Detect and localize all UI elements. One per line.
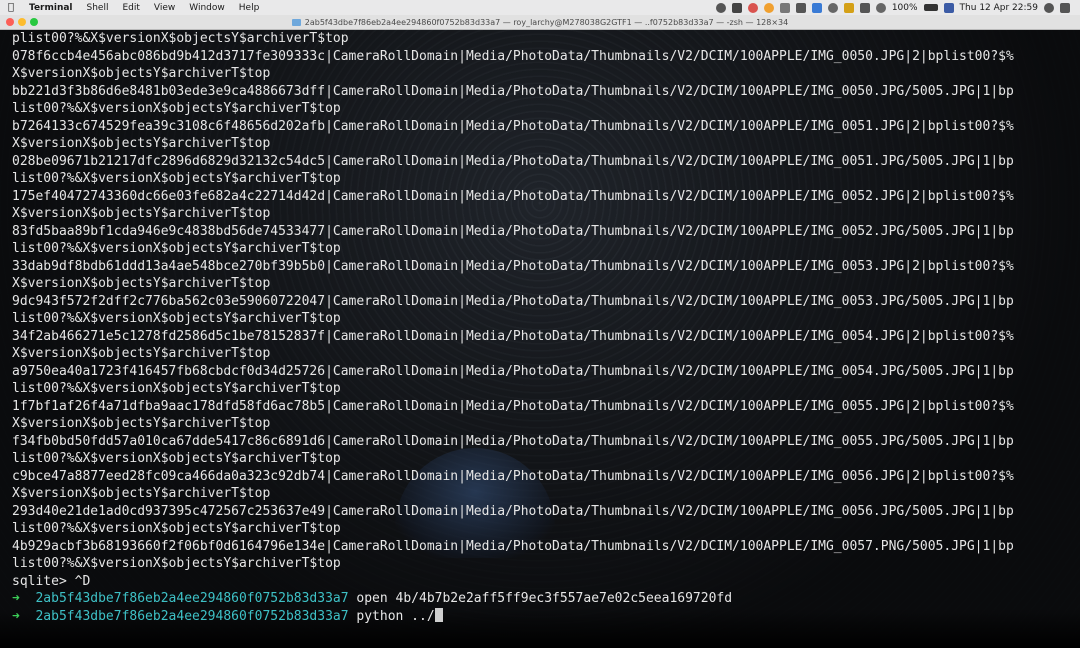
terminal-line: X$versionX$objectsY$archiverT$top — [12, 276, 271, 291]
terminal-line: list00?%&X$versionX$objectsY$archiverT$t… — [12, 381, 341, 396]
sync-icon[interactable] — [827, 2, 838, 13]
status-area: 100% Thu 12 Apr 22:59 — [715, 2, 1080, 13]
terminal-line: X$versionX$objectsY$archiverT$top — [12, 66, 271, 81]
clock[interactable]: Thu 12 Apr 22:59 — [960, 3, 1038, 13]
prompt-arrow-icon: ➜ — [12, 591, 20, 606]
terminal-line: 9dc943f572f2dff2c776ba562c03e59060722047… — [12, 293, 1014, 309]
menu-window[interactable]: Window — [182, 3, 232, 13]
terminal-line: X$versionX$objectsY$archiverT$top — [12, 346, 271, 361]
menu-shell[interactable]: Shell — [80, 3, 116, 13]
shield-icon[interactable] — [843, 2, 854, 13]
text-cursor — [434, 607, 443, 622]
folder-icon — [291, 18, 301, 26]
terminal-line: 33dab9df8bdb61ddd13a4ae548bce270bf39b5b0… — [12, 258, 1014, 274]
battery-icon[interactable] — [923, 4, 938, 11]
terminal-line: b7264133c674529fea39c3108c6f48656d202afb… — [12, 118, 1014, 134]
terminal-line: 293d40e21de1ad0cd937395c472567c253637e49… — [12, 503, 1014, 519]
app-icon-gray[interactable] — [779, 2, 790, 13]
display-icon[interactable] — [795, 2, 806, 13]
terminal-line: plist00?%&X$versionX$objectsY$archiverT$… — [12, 31, 349, 46]
terminal-line: sqlite> ^D — [12, 573, 91, 589]
tool-icon[interactable] — [731, 2, 742, 13]
prompt-directory: 2ab5f43dbe7f86eb2a4ee294860f0752b83d33a7 — [35, 608, 349, 624]
prompt-command: open 4b/4b7b2e2aff5ff9ec3f557ae7e02c5eea… — [356, 591, 733, 606]
flag-icon[interactable] — [943, 2, 954, 13]
terminal-line: 34f2ab466271e5c1278fd2586d5c1be78152837f… — [12, 328, 1014, 344]
app-icon-red[interactable] — [747, 2, 758, 13]
terminal-line: 078f6ccb4e456abc086bd9b412d3717fe309333c… — [12, 48, 1014, 64]
terminal-view[interactable]: plist00?%&X$versionX$objectsY$archiverT$… — [0, 30, 1080, 648]
prompt-command: python ../ — [356, 608, 435, 624]
terminal-line: 175ef40472743360dc66e03fe682a4c22714d42d… — [12, 188, 1014, 204]
terminal-line: f34fb0bd50fdd57a010ca67dde5417c86c6891d6… — [12, 433, 1014, 449]
terminal-line: 028be09671b21217dfc2896d6829d32132c54dc5… — [12, 153, 1014, 169]
menu-help[interactable]: Help — [232, 3, 267, 13]
terminal-line: list00?%&X$versionX$objectsY$archiverT$t… — [12, 171, 341, 186]
scrollbar[interactable] — [1069, 30, 1075, 590]
menu-edit[interactable]: Edit — [115, 3, 146, 13]
terminal-line: list00?%&X$versionX$objectsY$archiverT$t… — [12, 451, 341, 466]
terminal-line: list00?%&X$versionX$objectsY$archiverT$t… — [12, 556, 341, 571]
terminal-line: X$versionX$objectsY$archiverT$top — [12, 486, 271, 501]
terminal-line: list00?%&X$versionX$objectsY$archiverT$t… — [12, 241, 341, 256]
record-icon[interactable] — [715, 2, 726, 13]
prompt-line: ➜ 2ab5f43dbe7f86eb2a4ee294860f0752b83d33… — [12, 590, 1074, 608]
window-title-text: 2ab5f43dbe7f86eb2a4ee294860f0752b83d33a7… — [304, 17, 789, 27]
terminal-line: 4b929acbf3b68193660f2f06bf0d6164796e134e… — [12, 538, 1014, 554]
wifi-icon[interactable] — [875, 2, 886, 13]
battery-percent[interactable]: 100% — [892, 3, 918, 13]
apple-menu-icon[interactable]:  — [0, 2, 22, 13]
prompt-line: ➜ 2ab5f43dbe7f86eb2a4ee294860f0752b83d33… — [12, 607, 1074, 626]
window-title: 2ab5f43dbe7f86eb2a4ee294860f0752b83d33a7… — [0, 15, 1080, 29]
terminal-output: plist00?%&X$versionX$objectsY$archiverT$… — [0, 30, 1074, 625]
menu-view[interactable]: View — [147, 3, 182, 13]
bluetooth-icon[interactable] — [859, 2, 870, 13]
terminal-line: 83fd5baa89bf1cda946e9c4838bd56de74533477… — [12, 223, 1014, 239]
prompt-arrow-icon: ➜ — [12, 608, 20, 624]
terminal-line: 1f7bf1af26f4a71dfba9aac178dfd58fd6ac78b5… — [12, 398, 1014, 414]
dropbox-icon[interactable] — [811, 2, 822, 13]
terminal-line: c9bce47a8877eed28fc09ca466da0a323c92db74… — [12, 468, 1014, 484]
app-icon-orange[interactable] — [763, 2, 774, 13]
terminal-line: X$versionX$objectsY$archiverT$top — [12, 416, 271, 431]
menu-app-terminal[interactable]: Terminal — [22, 3, 80, 13]
terminal-line: a9750ea40a1723f416457fb68cbdcf0d34d25726… — [12, 363, 1014, 379]
menu-bar:  Terminal Shell Edit View Window Help 1… — [0, 0, 1080, 15]
terminal-line: X$versionX$objectsY$archiverT$top — [12, 136, 271, 151]
menu-list-icon[interactable] — [1060, 2, 1070, 13]
terminal-line: bb221d3f3b86d6e8481b03ede3e9ca4886673dff… — [12, 83, 1014, 99]
terminal-line: list00?%&X$versionX$objectsY$archiverT$t… — [12, 101, 341, 116]
search-icon[interactable] — [1044, 2, 1054, 13]
window-titlebar[interactable]: 2ab5f43dbe7f86eb2a4ee294860f0752b83d33a7… — [0, 15, 1080, 30]
terminal-line: list00?%&X$versionX$objectsY$archiverT$t… — [12, 521, 341, 536]
prompt-directory: 2ab5f43dbe7f86eb2a4ee294860f0752b83d33a7 — [35, 591, 349, 606]
terminal-line: list00?%&X$versionX$objectsY$archiverT$t… — [12, 311, 341, 326]
terminal-line: X$versionX$objectsY$archiverT$top — [12, 206, 271, 221]
